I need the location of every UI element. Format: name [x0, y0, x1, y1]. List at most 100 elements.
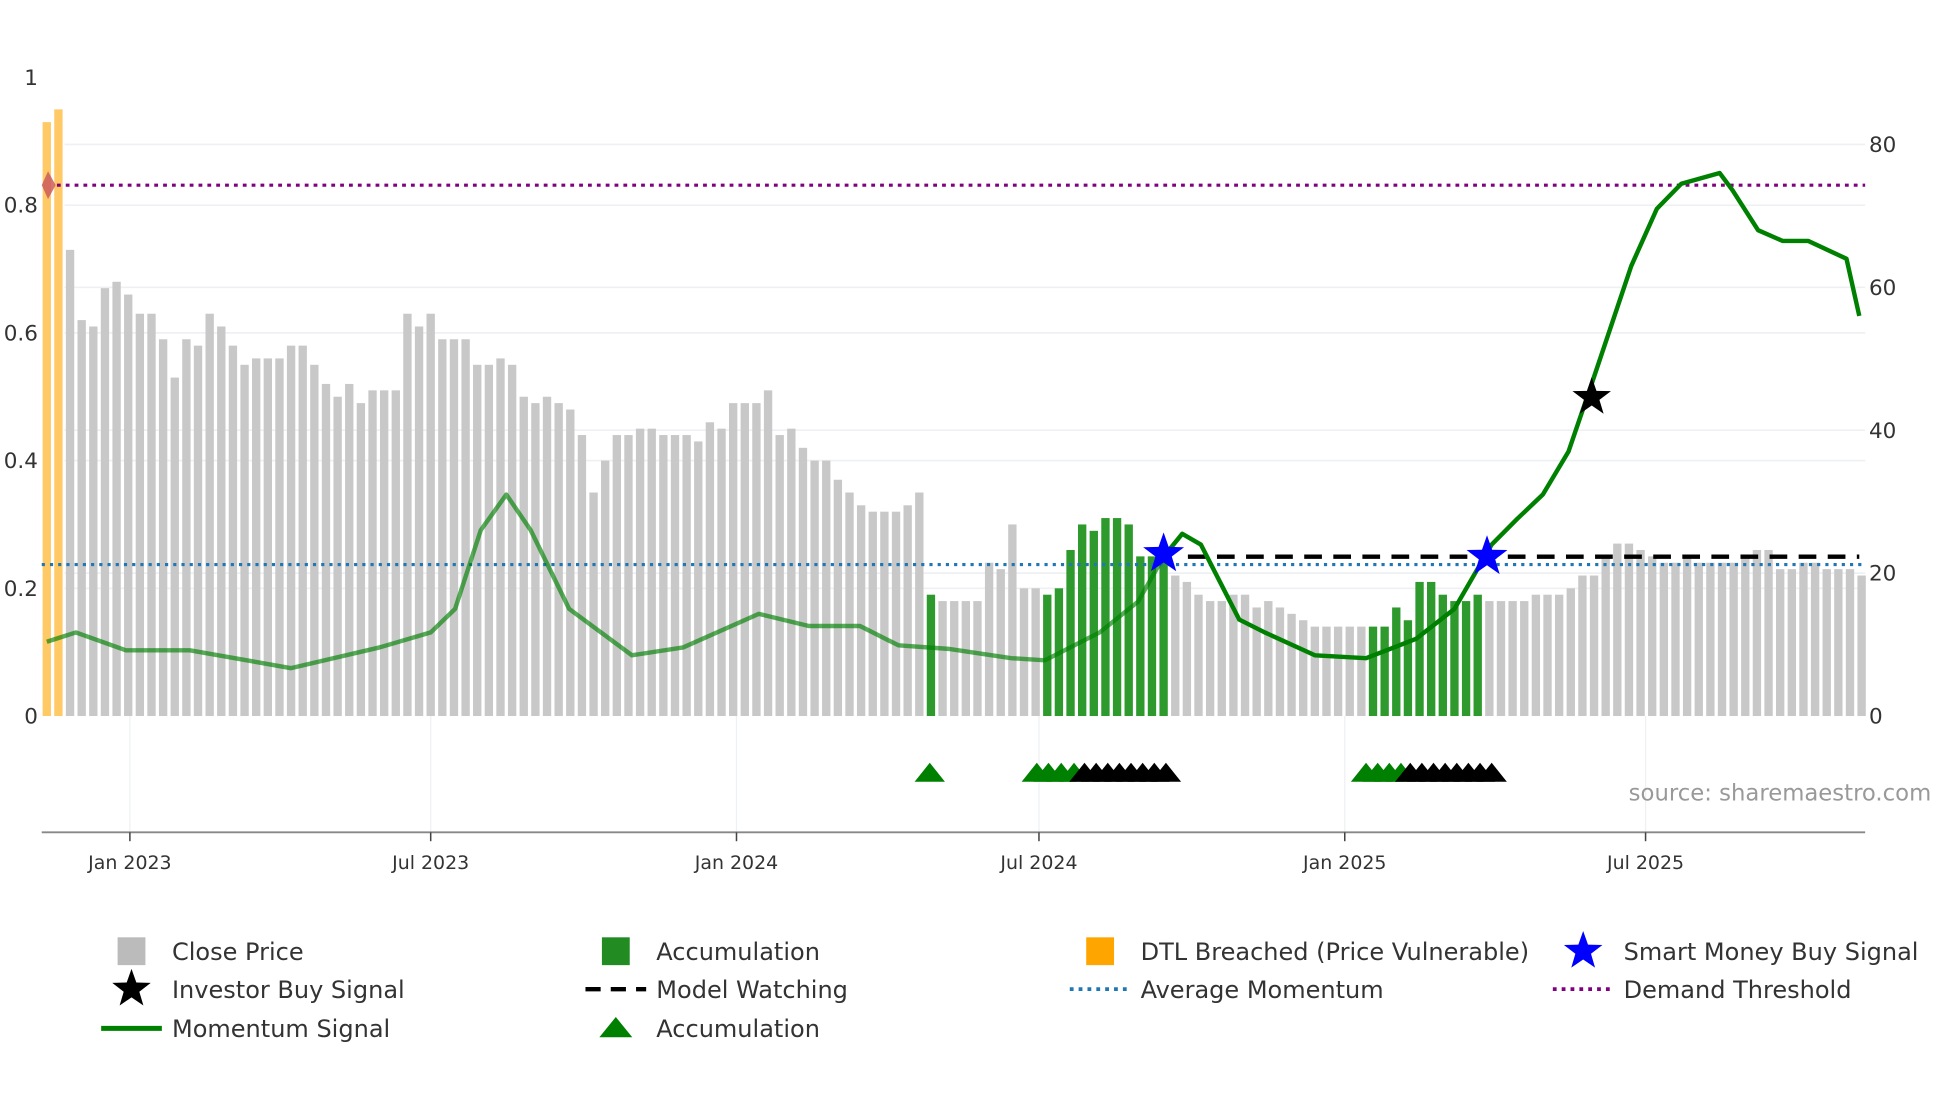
smart-money-buy-star [1466, 535, 1508, 575]
close-price-bar [1636, 549, 1645, 717]
legend-label: Close Price [172, 938, 304, 966]
accumulation-bar [1066, 549, 1075, 717]
close-price-bar [880, 511, 889, 717]
accumulation-bar [1461, 601, 1471, 717]
close-price-bar [345, 383, 354, 717]
legend-label: Accumulation [656, 938, 820, 966]
close-price-bar [240, 364, 249, 717]
close-price-bar [112, 281, 121, 717]
investor-buy-star [1572, 377, 1611, 414]
close-price-bar [1857, 575, 1866, 717]
accumulation-bar [1427, 581, 1436, 717]
legend-square-icon [117, 937, 146, 966]
left-axis-tick-label: 0.4 [4, 449, 38, 474]
close-price-bar [182, 339, 191, 717]
legend-triangle-icon [599, 1016, 633, 1038]
accumulation-bar [1473, 594, 1482, 717]
close-price-bar [158, 339, 168, 717]
accumulation-bar [1159, 556, 1168, 717]
close-price-bar [1496, 601, 1506, 717]
accumulation-bar [1380, 626, 1389, 717]
legend-label: Accumulation [656, 1015, 820, 1043]
close-price-bar [414, 326, 424, 717]
close-price-bar [391, 390, 400, 717]
close-price-bar [1764, 549, 1773, 717]
close-price-bar [496, 358, 505, 717]
close-price-bar [1008, 524, 1017, 717]
close-price-bar [682, 435, 691, 717]
left-axis-tick-label: 0.6 [4, 321, 38, 346]
right-axis-tick-label: 60 [1869, 276, 1896, 301]
close-price-bar [286, 345, 296, 717]
close-price-bar [89, 326, 98, 717]
close-price-bar [554, 403, 563, 717]
left-axis-tick-label: 1 [24, 66, 38, 91]
signal-markers [914, 377, 1611, 782]
accumulation-bar [1124, 524, 1133, 717]
close-price-bar [670, 435, 680, 717]
accumulation-bar [1078, 524, 1087, 717]
legend-label: Average Momentum [1141, 976, 1384, 1004]
close-price-bars [42, 109, 1866, 717]
right-axis-tick-label: 80 [1869, 133, 1896, 158]
x-axis-tick-label: Jul 2025 [1606, 852, 1684, 874]
close-price-bar [1613, 543, 1622, 717]
close-price-bar [624, 435, 633, 717]
close-price-bar [845, 492, 854, 717]
close-price-bar [1240, 594, 1250, 717]
close-price-bar [1578, 575, 1587, 717]
chart: 0 0.2 0.4 0.6 0.8 1 0 20 40 60 80 Jan 2023 Jul 2023 J… [4, 66, 1932, 1043]
legend-label: Smart Money Buy Signal [1624, 938, 1919, 966]
x-axis-tick-label: Jan 2023 [87, 852, 171, 874]
right-axis-tick-label: 20 [1869, 562, 1896, 587]
close-price-bar [612, 435, 622, 717]
close-price-bar [1485, 601, 1494, 717]
accumulation-bar [1101, 518, 1110, 717]
x-axis-tick-label: Jul 2023 [391, 852, 469, 874]
legend-label: Momentum Signal [172, 1015, 390, 1043]
legend: Close Price Accumulation DTL Breached (Pri… [101, 930, 1919, 1043]
close-price-bar [426, 313, 435, 717]
close-price-bar [1706, 562, 1715, 717]
legend-star-icon [112, 968, 151, 1006]
dtl-breached-bar [54, 109, 63, 717]
close-price-bar [1729, 562, 1738, 717]
close-price-bar [1717, 562, 1727, 717]
close-price-bar [1194, 594, 1203, 717]
close-price-bar [100, 288, 110, 717]
close-price-bar [1845, 569, 1855, 717]
close-price-bar [1787, 569, 1796, 717]
close-price-bar [65, 249, 75, 717]
close-price-bar [950, 601, 959, 717]
close-price-bar [1659, 562, 1669, 717]
close-price-bar [298, 345, 307, 717]
close-price-bar [1217, 601, 1226, 717]
left-axis-tick-label: 0.2 [4, 577, 38, 602]
legend-square-icon [1086, 937, 1115, 966]
close-price-bar [321, 383, 331, 717]
close-price-bar [1275, 607, 1285, 717]
close-price-bar [403, 313, 412, 717]
close-price-bar [1531, 594, 1541, 717]
close-price-bar [1508, 601, 1517, 717]
close-price-bar [1694, 562, 1703, 717]
accumulation-bar [1392, 607, 1401, 717]
close-price-bar [356, 403, 366, 717]
close-price-bar [368, 390, 377, 717]
close-price-bar [973, 601, 982, 717]
close-price-bar [705, 422, 715, 717]
close-price-bar [77, 320, 86, 717]
close-price-bar [531, 403, 540, 717]
legend-star-icon [1563, 930, 1603, 968]
close-price-bar [1671, 562, 1680, 717]
close-price-bar [1205, 601, 1215, 717]
x-axis-tick-label: Jan 2024 [694, 852, 778, 874]
close-price-bar [333, 396, 342, 717]
close-price-bar [1357, 626, 1366, 717]
x-axis-tick-label: Jul 2024 [999, 852, 1077, 874]
close-price-bar [1776, 569, 1785, 717]
legend-label: Demand Threshold [1624, 976, 1852, 1004]
close-price-bar [124, 294, 133, 717]
close-price-bar [822, 460, 831, 717]
dtl-breached-bar [42, 122, 51, 717]
